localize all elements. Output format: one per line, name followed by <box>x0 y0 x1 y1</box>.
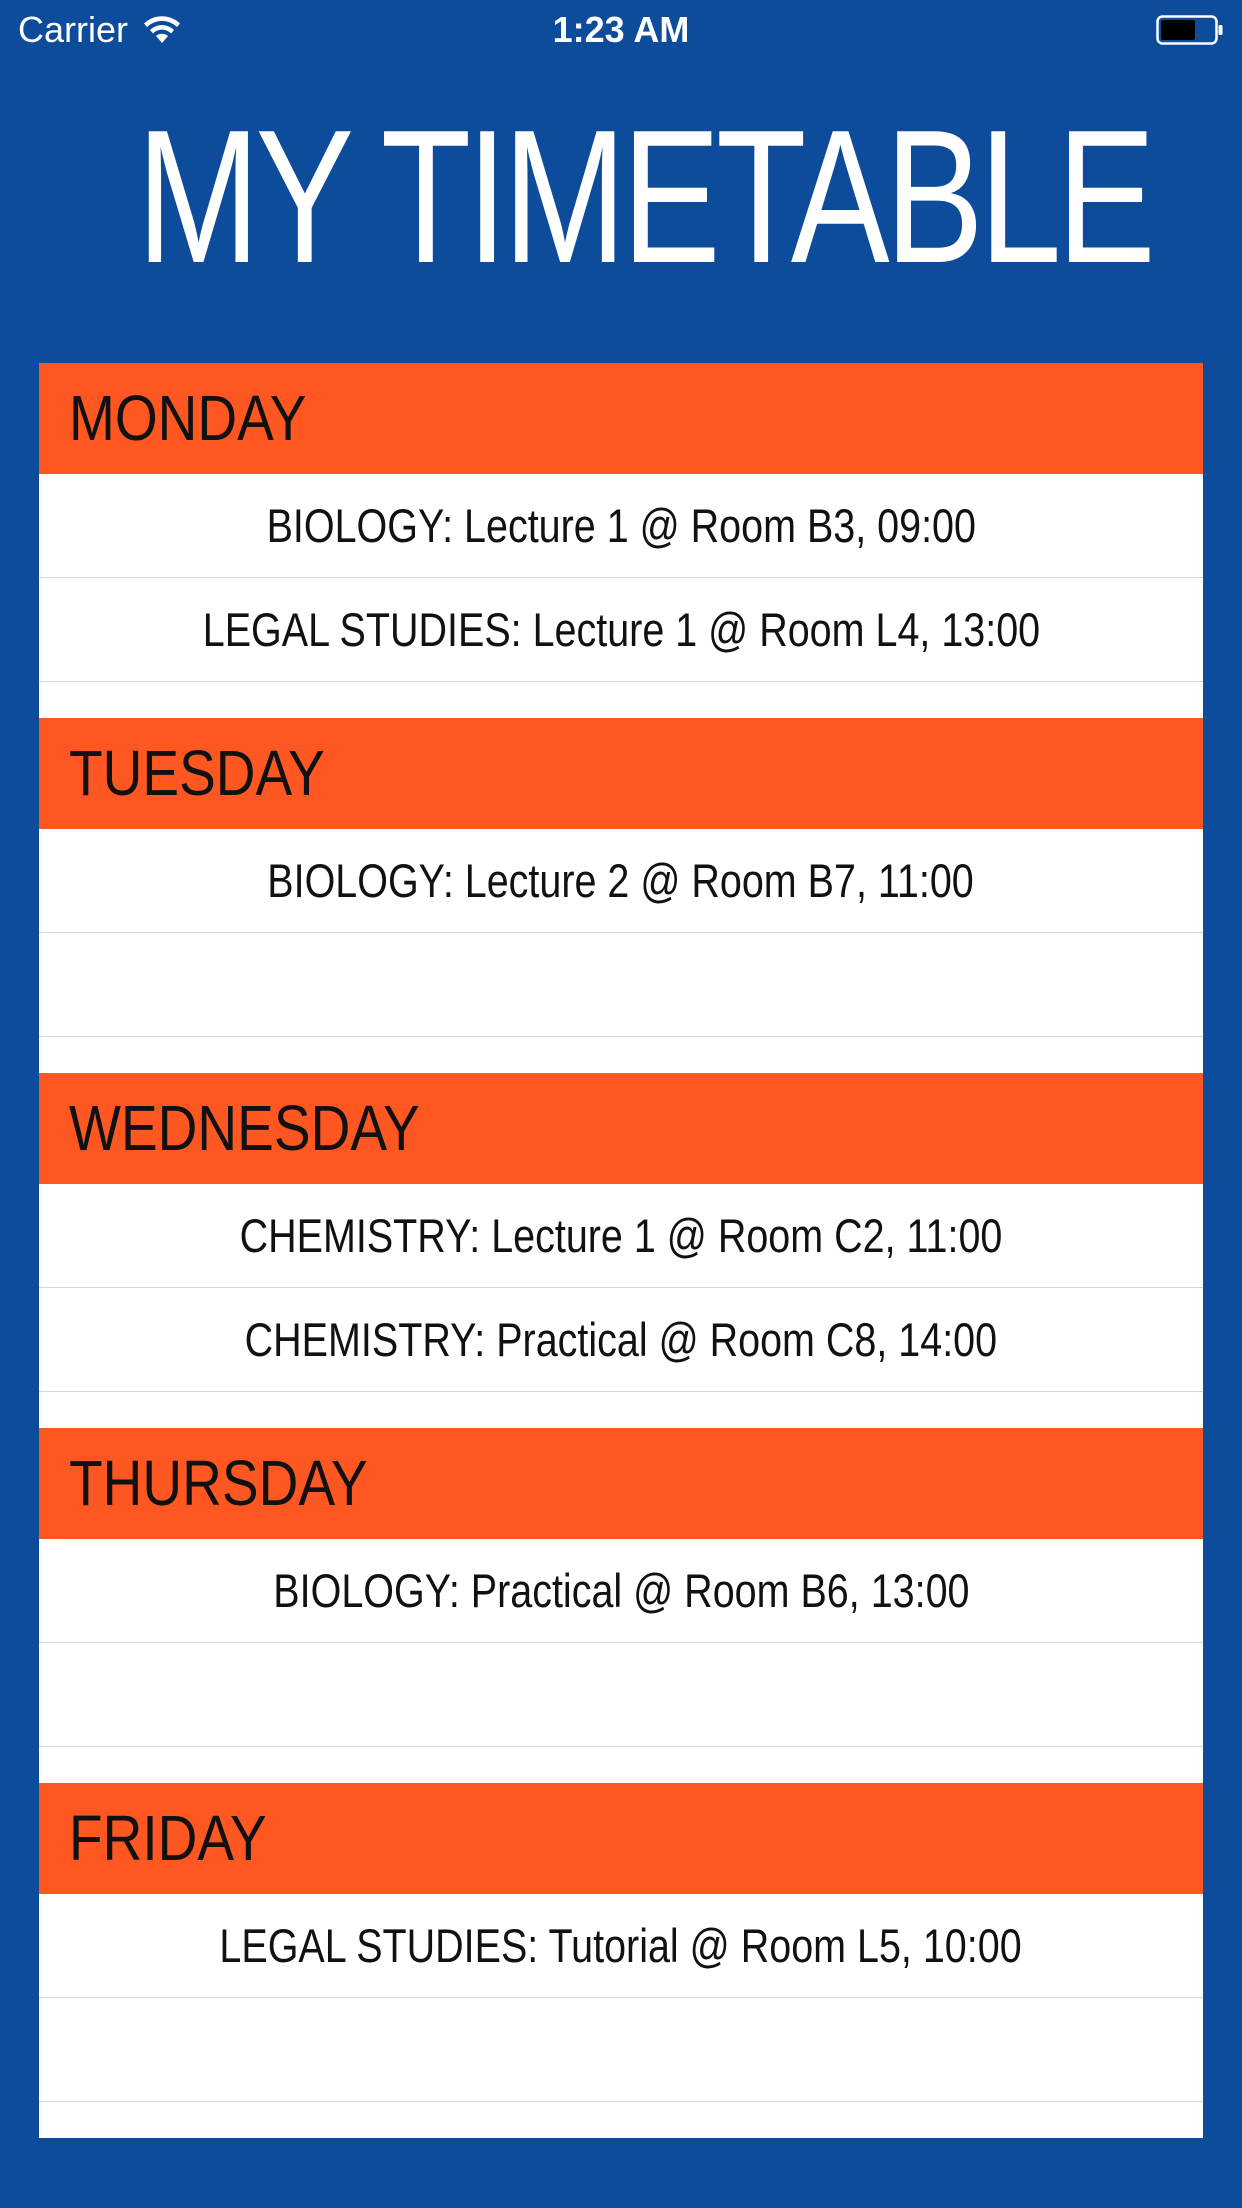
class-slot-label: LEGAL STUDIES: Lecture 1 @ Room L4, 13:0… <box>202 603 1040 656</box>
class-slot-row[interactable]: BIOLOGY: Lecture 1 @ Room B3, 09:00 <box>39 474 1203 578</box>
battery-icon <box>1156 15 1223 45</box>
day-header: FRIDAY <box>39 1783 1203 1894</box>
class-slot-row[interactable]: BIOLOGY: Lecture 2 @ Room B7, 11:00 <box>39 829 1203 933</box>
day-header: TUESDAY <box>39 718 1203 829</box>
class-slot-label: BIOLOGY: Lecture 1 @ Room B3, 09:00 <box>266 499 976 552</box>
empty-slot-row[interactable] <box>39 1643 1203 1747</box>
day-section: THURSDAY BIOLOGY: Practical @ Room B6, 13… <box>39 1428 1203 1783</box>
day-section: MONDAY BIOLOGY: Lecture 1 @ Room B3, 09:0… <box>39 363 1203 718</box>
class-slot-label: BIOLOGY: Lecture 2 @ Room B7, 11:00 <box>267 854 975 907</box>
class-slot-label: LEGAL STUDIES: Tutorial @ Room L5, 10:00 <box>219 1919 1023 1972</box>
page-title: MY TIMETABLE <box>136 91 1156 303</box>
class-slot-row[interactable]: BIOLOGY: Practical @ Room B6, 13:00 <box>39 1539 1203 1643</box>
day-label: FRIDAY <box>69 1802 267 1874</box>
day-label: MONDAY <box>69 382 307 454</box>
empty-slot-row[interactable] <box>39 1998 1203 2102</box>
section-gap <box>39 682 1203 717</box>
day-section: FRIDAY LEGAL STUDIES: Tutorial @ Room L5,… <box>39 1783 1203 2138</box>
section-gap <box>39 2102 1203 2137</box>
class-slot-label: BIOLOGY: Practical @ Room B6, 13:00 <box>272 1564 970 1617</box>
day-label: TUESDAY <box>69 737 325 809</box>
day-section: TUESDAY BIOLOGY: Lecture 2 @ Room B7, 11:… <box>39 718 1203 1073</box>
timetable-list[interactable]: MONDAY BIOLOGY: Lecture 1 @ Room B3, 09:0… <box>39 363 1203 2138</box>
class-slot-label: CHEMISTRY: Lecture 1 @ Room C2, 11:00 <box>239 1209 1003 1262</box>
day-label: WEDNESDAY <box>69 1092 420 1164</box>
section-gap <box>39 1392 1203 1427</box>
day-header: WEDNESDAY <box>39 1073 1203 1184</box>
class-slot-row[interactable]: LEGAL STUDIES: Tutorial @ Room L5, 10:00 <box>39 1894 1203 1998</box>
day-label: THURSDAY <box>69 1447 368 1519</box>
day-section: WEDNESDAY CHEMISTRY: Lecture 1 @ Room C2,… <box>39 1073 1203 1428</box>
section-gap <box>39 1747 1203 1782</box>
day-header: THURSDAY <box>39 1428 1203 1539</box>
day-header: MONDAY <box>39 363 1203 474</box>
class-slot-row[interactable]: LEGAL STUDIES: Lecture 1 @ Room L4, 13:0… <box>39 578 1203 682</box>
class-slot-row[interactable]: CHEMISTRY: Lecture 1 @ Room C2, 11:00 <box>39 1184 1203 1288</box>
status-bar: Carrier 1:23 AM <box>0 0 1242 62</box>
class-slot-label: CHEMISTRY: Practical @ Room C8, 14:00 <box>244 1313 998 1366</box>
empty-slot-row[interactable] <box>39 933 1203 1037</box>
class-slot-row[interactable]: CHEMISTRY: Practical @ Room C8, 14:00 <box>39 1288 1203 1392</box>
section-gap <box>39 1037 1203 1072</box>
status-time: 1:23 AM <box>552 9 690 50</box>
